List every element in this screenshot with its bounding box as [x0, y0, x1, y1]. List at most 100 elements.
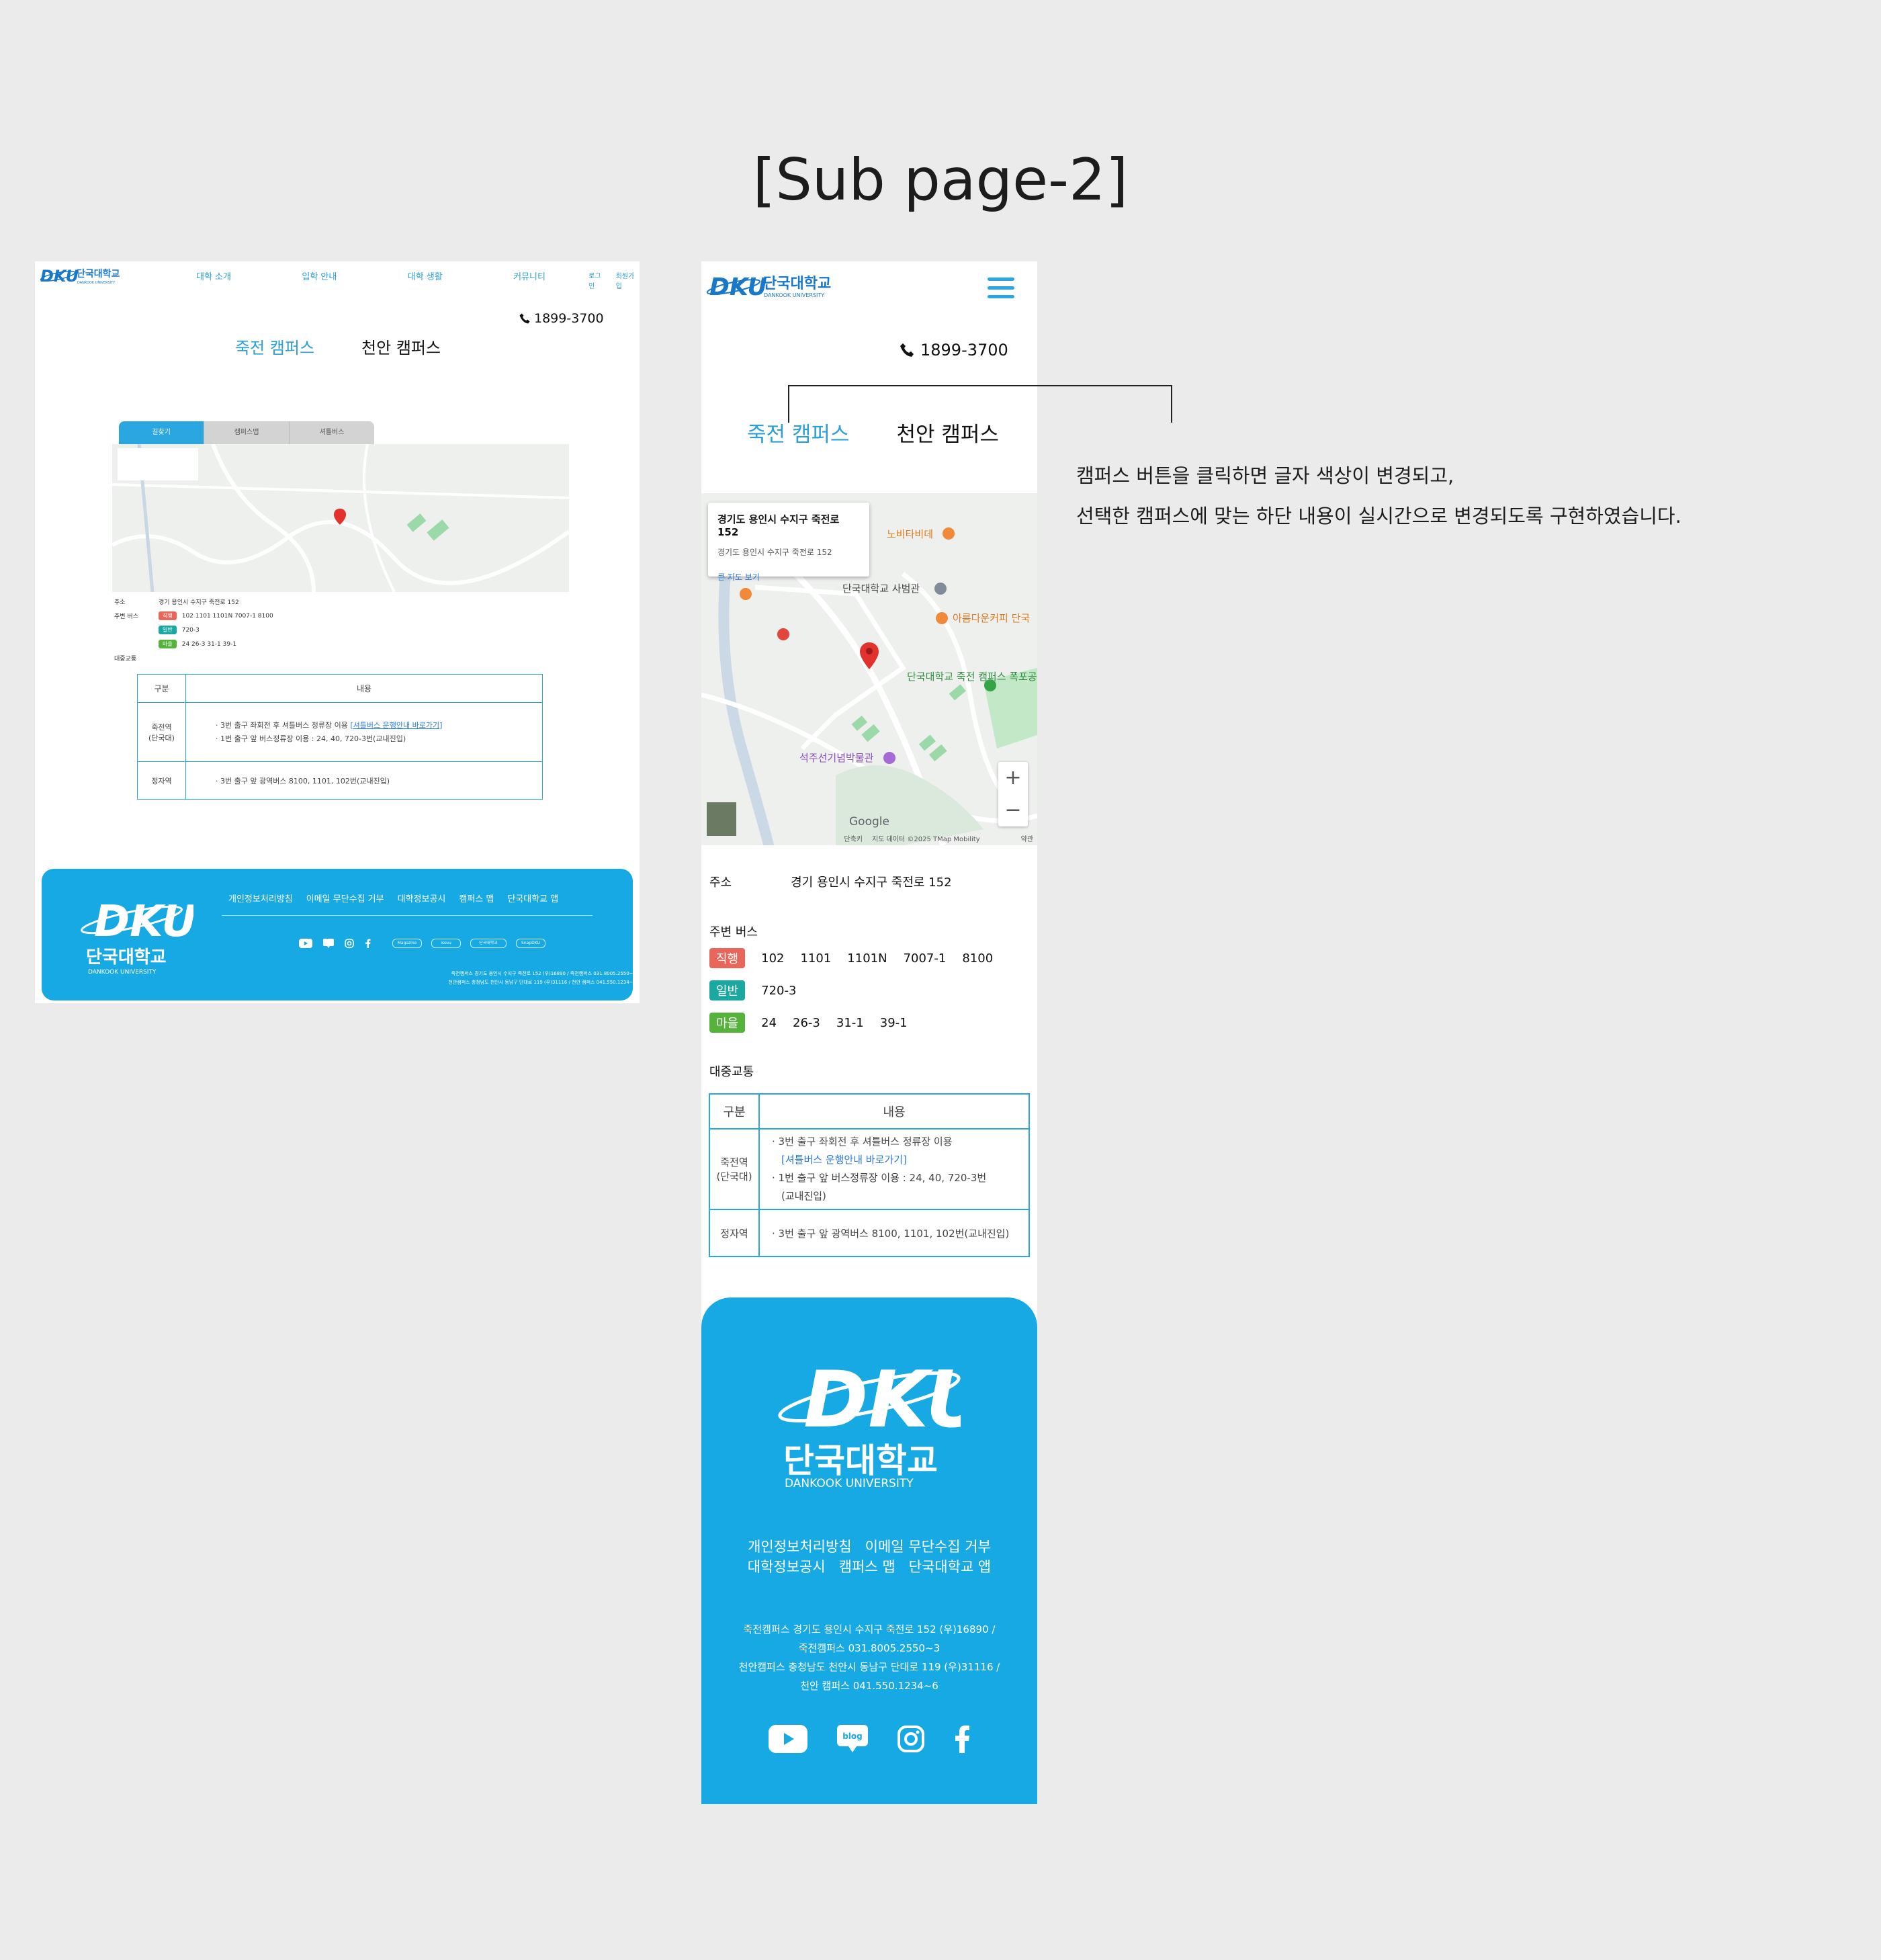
footer-logo-mark: DKU	[94, 897, 193, 947]
table-row-jukjeon-line1: 3번 출구 좌회전 후 셔틀버스 정류장 이용	[778, 1136, 953, 1148]
footer-badge-dku[interactable]: 단국대학교	[470, 939, 507, 948]
mobile-screen: DKU 단국대학교 DANKOOK UNIVERSITY 1899-3700 죽…	[701, 261, 1037, 1804]
nav-campus-life[interactable]: 대학 생활	[408, 269, 443, 282]
bus-number: 31-1	[836, 1015, 864, 1030]
phone-icon	[519, 313, 530, 324]
footer-logo: DKU 단국대학교 DANKOOK UNIVERSITY	[81, 897, 193, 976]
youtube-icon[interactable]	[769, 1725, 807, 1753]
main-nav: 대학 소개 입학 안내 대학 생활 커뮤니티	[196, 269, 545, 282]
signup-link[interactable]: 회원가입	[616, 270, 640, 290]
table-head-category: 구분	[709, 1093, 760, 1130]
bus-badge-village: 마을	[159, 640, 177, 648]
bus-number: 1101N	[847, 951, 887, 966]
youtube-icon[interactable]	[299, 939, 312, 948]
footer-links-line2[interactable]: 대학정보공시 캠퍼스 맵 단국대학교 앱	[701, 1557, 1037, 1577]
footer: DKU 단국대학교 DANKOOK UNIVERSITY 개인정보처리방침 이메…	[701, 1297, 1037, 1804]
footer-links-line1[interactable]: 개인정보처리방침 이메일 무단수집 거부	[701, 1537, 1037, 1557]
table-row-jukjeon-line3: (교내진입)	[781, 1190, 826, 1202]
bus-number: 8100	[962, 951, 994, 966]
facebook-icon[interactable]	[954, 1725, 970, 1753]
bus-badge-general: 일반	[709, 980, 746, 1000]
map-label-museum: 석주선기념박물관	[799, 752, 874, 764]
menu-icon[interactable]	[988, 278, 1014, 302]
footer-link-disclosure[interactable]: 대학정보공시	[398, 892, 446, 904]
bus-village-numbers: 24 26-3 31-1 39-1	[181, 640, 237, 648]
footer-address: 죽전캠퍼스 경기도 용인시 수지구 죽전로 152 (우)16890 / 죽전캠…	[414, 970, 633, 987]
map-tab-directions[interactable]: 길찾기	[119, 421, 204, 444]
logo-name: 단국대학교	[763, 275, 831, 292]
footer-address-line1: 죽전캠퍼스 경기도 용인시 수지구 죽전로 152 (우)16890 /	[743, 1623, 996, 1635]
facebook-icon[interactable]	[365, 939, 371, 948]
footer-links: 개인정보처리방침 이메일 무단수집 거부 대학정보공시 캠퍼스 맵 단국대학교 …	[701, 1537, 1037, 1577]
footer-sns	[299, 939, 371, 948]
map-zoom-control: + −	[998, 762, 1028, 826]
logo-name: 단국대학교	[77, 268, 120, 280]
footer-link-campus-map[interactable]: 캠퍼스 맵	[459, 892, 494, 904]
bus-number: 39-1	[879, 1015, 908, 1030]
map-google: Google	[849, 815, 889, 828]
bus-number: 7007-1	[903, 951, 947, 966]
table-row-jeongja-name: 정자역	[709, 1209, 760, 1257]
footer-logo-mark: DKU	[803, 1355, 961, 1445]
dku-logo[interactable]: DKU 단국대학교 DANKOOK UNIVERSITY	[39, 265, 140, 286]
map-popup-link[interactable]: 큰 지도 보기	[717, 571, 860, 583]
logo-sub: DANKOOK UNIVERSITY	[77, 281, 116, 285]
bus-row-direct: 직행 102 1101 1101N 7007-1 8100	[709, 948, 993, 968]
address-value: 경기 용인시 수지구 죽전로 152	[791, 876, 952, 890]
footer-address: 죽전캠퍼스 경기도 용인시 수지구 죽전로 152 (우)16890 / 죽전캠…	[701, 1620, 1037, 1695]
annotation-bracket	[788, 385, 1172, 423]
footer-sns: blog	[769, 1725, 970, 1753]
footer-badge-magazine[interactable]: Magazine	[392, 939, 422, 948]
dku-logo[interactable]: DKU 단국대학교 DANKOOK UNIVERSITY	[705, 271, 860, 300]
footer-link-app[interactable]: 단국대학교 앱	[507, 892, 558, 904]
map-tab-campus-map[interactable]: 캠퍼스맵	[204, 421, 290, 444]
footer-logo-sub: DANKOOK UNIVERSITY	[88, 969, 157, 976]
address-label: 주소	[709, 876, 732, 890]
footer-address-line2: 천안캠퍼스 충청남도 천안시 동남구 단대로 119 (우)31116 / 천안…	[448, 980, 633, 985]
zoom-out-icon[interactable]: −	[998, 794, 1028, 826]
footer-badge-issuu[interactable]: issuu	[431, 939, 461, 948]
table-row-jukjeon-name: 죽전역 (단국대)	[137, 702, 186, 762]
nav-community[interactable]: 커뮤니티	[513, 269, 545, 282]
bus-direct-numbers: 102 1101 1101N 7007-1 8100	[181, 612, 273, 620]
map-label-novita: 노비타비데	[887, 528, 933, 540]
footer-link-privacy[interactable]: 개인정보처리방침	[228, 892, 293, 904]
footer-divider	[222, 915, 593, 916]
nav-about[interactable]: 대학 소개	[196, 269, 231, 282]
blog-icon[interactable]	[323, 939, 334, 948]
bus-badge-general: 일반	[159, 626, 177, 634]
footer-badge-snapdku[interactable]: SnapDKU	[516, 939, 545, 948]
map-popup-title: 경기도 용인시 수지구 죽전로 152	[717, 513, 840, 538]
zoom-in-icon[interactable]: +	[998, 762, 1028, 794]
instagram-icon[interactable]	[898, 1725, 924, 1752]
campus-tab-cheonan[interactable]: 천안 캠퍼스	[361, 335, 441, 358]
bus-label: 주변 버스	[709, 925, 758, 939]
map-label-park: 단국대학교 죽전 캠퍼스 폭포공원	[907, 671, 1037, 683]
login-link[interactable]: 로그인	[588, 270, 607, 290]
nav-admission[interactable]: 입학 안내	[302, 269, 337, 282]
campus-tab-jukjeon[interactable]: 죽전 캠퍼스	[235, 335, 314, 358]
phone-text: 1899-3700	[534, 311, 604, 326]
table-head-category: 구분	[137, 674, 186, 703]
bus-number: 26-3	[793, 1015, 820, 1030]
map-popup: 경기도 용인시 수지구 죽전로 152 경기도 용인시 수지구 죽전로 152 …	[708, 503, 869, 582]
footer-address-line1: 죽전캠퍼스 경기도 용인시 수지구 죽전로 152 (우)16890 / 죽전캠…	[451, 971, 633, 976]
map-view[interactable]	[112, 444, 569, 592]
bus-general-numbers: 720-3	[181, 626, 200, 634]
footer-address-line3: 천안캠퍼스 충청남도 천안시 동남구 단대로 119 (우)31116 /	[738, 1661, 1000, 1673]
transit-table: 구분 내용 죽전역 (단국대) · 3번 출구 좌회전 후 셔틀버스 정류장 이용…	[709, 1093, 1030, 1257]
location-info: 주소 경기 용인시 수지구 죽전로 152 주변 버스 직행 102 1101 110…	[114, 597, 273, 668]
shuttle-guide-link[interactable]: [셔틀버스 운행안내 바로가기]	[350, 721, 442, 730]
bus-badge-direct: 직행	[709, 948, 746, 968]
bus-label: 주변 버스	[114, 613, 138, 620]
blog-icon[interactable]: blog	[837, 1725, 868, 1753]
table-row-jukjeon-line2: · 1번 출구 앞 버스정류장 이용 : 24, 40, 720-3번(교내진입…	[216, 734, 406, 743]
bus-info: 주변 버스 직행 102 1101 1101N 7007-1 8100 일반 7…	[709, 923, 993, 1033]
auth-links: 로그인 회원가입	[588, 270, 640, 290]
map-tab-shuttle[interactable]: 셔틀버스	[290, 421, 374, 444]
instagram-icon[interactable]	[345, 939, 354, 948]
map-view[interactable]: Google 지도 데이터 ©2025 TMap Mobility 단축키 약관…	[701, 493, 1037, 845]
shuttle-guide-link[interactable]: [셔틀버스 운행안내 바로가기]	[772, 1151, 1029, 1169]
footer-link-email[interactable]: 이메일 무단수집 거부	[306, 892, 384, 904]
table-head-content: 내용	[758, 1093, 1030, 1130]
